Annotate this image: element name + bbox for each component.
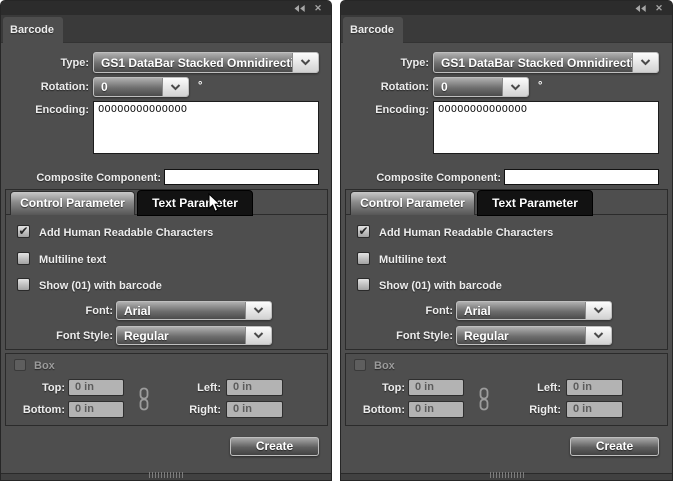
collapse-panel-icon[interactable] <box>293 4 305 12</box>
box-right-field: 0 in <box>566 401 623 418</box>
checkbox-show-01-label: Show (01) with barcode <box>39 280 162 292</box>
link-dimensions-icon <box>139 387 149 416</box>
rotation-dropdown[interactable]: 0 <box>93 77 189 97</box>
box-left-field: 0 in <box>226 379 283 396</box>
checkbox-human-readable[interactable]: ✔ <box>357 225 370 238</box>
rotation-unit: ° <box>538 80 542 92</box>
font-label: Font: <box>363 305 453 317</box>
tab-text-parameter[interactable]: Text Parameter <box>477 190 593 216</box>
checkbox-multiline[interactable]: ✔ <box>17 252 30 265</box>
type-label: Type: <box>11 57 89 69</box>
cursor-pointer <box>208 193 222 218</box>
font-style-value: Regular <box>117 327 245 344</box>
font-style-label: Font Style: <box>363 330 453 342</box>
encoding-textarea[interactable]: 00000000000000 <box>93 101 319 154</box>
encoding-label: Encoding: <box>11 104 89 116</box>
checkbox-multiline-label: Multiline text <box>379 254 446 266</box>
panel-titlebar: ✕ <box>1 1 331 15</box>
checkbox-show-01-label: Show (01) with barcode <box>379 280 502 292</box>
encoding-label: Encoding: <box>351 104 429 116</box>
composite-label: Composite Component: <box>346 172 501 184</box>
barcode-panel-2: ✕ Barcode Type: GS1 DataBar Stacked Omni… <box>340 0 673 481</box>
checkbox-show-01[interactable]: ✔ <box>17 278 30 291</box>
type-dropdown[interactable]: GS1 DataBar Stacked Omnidirectional <box>93 52 319 73</box>
tab-barcode[interactable]: Barcode <box>3 17 63 43</box>
checkbox-human-readable[interactable]: ✔ <box>17 225 30 238</box>
checkmark-icon: ✔ <box>18 226 28 236</box>
rotation-unit: ° <box>198 80 202 92</box>
chevron-down-icon <box>245 327 271 344</box>
checkbox-human-readable-label: Add Human Readable Characters <box>39 227 213 239</box>
encoding-textarea[interactable]: 00000000000000 <box>433 101 659 154</box>
font-style-dropdown[interactable]: Regular <box>456 326 612 345</box>
chevron-down-icon <box>292 53 318 72</box>
font-label: Font: <box>23 305 113 317</box>
rotation-value: 0 <box>434 78 502 96</box>
chevron-down-icon <box>245 302 271 319</box>
checkbox-human-readable-label: Add Human Readable Characters <box>379 227 553 239</box>
box-left-label: Left: <box>161 382 221 394</box>
checkmark-icon: ✔ <box>358 226 368 236</box>
panel-titlebar: ✕ <box>341 1 672 15</box>
rotation-label: Rotation: <box>351 81 429 93</box>
box-label: Box <box>374 360 395 372</box>
box-bottom-label: Bottom: <box>346 404 405 416</box>
font-style-dropdown[interactable]: Regular <box>116 326 272 345</box>
create-button[interactable]: Create <box>570 437 659 456</box>
chevron-down-icon <box>632 53 658 72</box>
box-right-field: 0 in <box>226 401 283 418</box>
chevron-down-icon <box>585 302 611 319</box>
box-bottom-label: Bottom: <box>6 404 65 416</box>
font-style-value: Regular <box>457 327 585 344</box>
create-button[interactable]: Create <box>230 437 319 456</box>
type-label: Type: <box>351 57 429 69</box>
box-top-label: Top: <box>346 382 405 394</box>
tab-barcode[interactable]: Barcode <box>343 17 403 43</box>
box-left-label: Left: <box>501 382 561 394</box>
rotation-dropdown[interactable]: 0 <box>433 77 529 97</box>
collapse-panel-icon[interactable] <box>634 4 646 12</box>
link-dimensions-icon <box>479 387 489 416</box>
box-right-label: Right: <box>161 404 221 416</box>
tab-control-parameter[interactable]: Control Parameter <box>10 191 135 215</box>
type-value: GS1 DataBar Stacked Omnidirectional <box>94 53 292 72</box>
box-label: Box <box>34 360 55 372</box>
box-bottom-field: 0 in <box>68 401 124 418</box>
box-right-label: Right: <box>501 404 561 416</box>
barcode-panel: ✕ Barcode Type: GS1 DataBar Stacked Omni… <box>0 0 332 481</box>
font-dropdown[interactable]: Arial <box>116 301 272 320</box>
rotation-value: 0 <box>94 78 162 96</box>
type-value: GS1 DataBar Stacked Omnidirectional <box>434 53 632 72</box>
screenshot-stage: ✕ Barcode Type: GS1 DataBar Stacked Omni… <box>0 0 673 481</box>
tab-control-parameter[interactable]: Control Parameter <box>350 191 475 215</box>
box-left-field: 0 in <box>566 379 623 396</box>
font-style-label: Font Style: <box>23 330 113 342</box>
font-dropdown[interactable]: Arial <box>456 301 612 320</box>
checkbox-show-01[interactable]: ✔ <box>357 278 370 291</box>
checkbox-box: ✔ <box>14 359 26 371</box>
box-top-field: 0 in <box>68 379 124 396</box>
font-value: Arial <box>117 302 245 319</box>
chevron-down-icon <box>585 327 611 344</box>
resize-grip[interactable] <box>149 472 183 478</box>
composite-input[interactable] <box>504 169 659 185</box>
checkbox-multiline-label: Multiline text <box>39 254 106 266</box>
tab-text-parameter[interactable]: Text Parameter <box>137 190 253 216</box>
type-dropdown[interactable]: GS1 DataBar Stacked Omnidirectional <box>433 52 659 73</box>
box-bottom-field: 0 in <box>408 401 464 418</box>
chevron-down-icon <box>502 78 528 96</box>
composite-input[interactable] <box>164 169 319 185</box>
box-top-field: 0 in <box>408 379 464 396</box>
rotation-label: Rotation: <box>11 81 89 93</box>
close-panel-icon[interactable]: ✕ <box>312 4 324 12</box>
checkbox-box: ✔ <box>354 359 366 371</box>
checkbox-multiline[interactable]: ✔ <box>357 252 370 265</box>
composite-label: Composite Component: <box>6 172 161 184</box>
font-value: Arial <box>457 302 585 319</box>
resize-grip[interactable] <box>490 472 524 478</box>
chevron-down-icon <box>162 78 188 96</box>
close-panel-icon[interactable]: ✕ <box>653 4 665 12</box>
box-top-label: Top: <box>6 382 65 394</box>
